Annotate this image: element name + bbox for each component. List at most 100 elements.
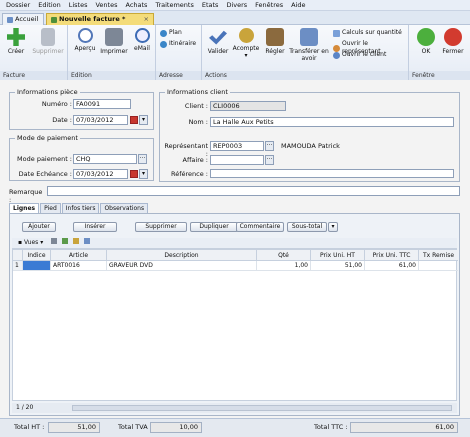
ribbon: Créer Supprimer Facture Aperçu Imprimer … [0,25,470,80]
tab-observations[interactable]: Observations [100,203,149,213]
subtotal-dropdown[interactable]: ▾ [328,222,338,232]
col-description-header[interactable]: Description [107,250,257,261]
piece-info-title: Informations pièce [15,88,80,96]
pager-text: 1 / 20 [16,404,34,411]
remark-label: Remarque : [9,188,43,204]
cell-article[interactable]: ART0016 [51,261,107,271]
tab-accueil[interactable]: Accueil [2,13,44,25]
due-calendar-icon[interactable] [130,170,138,178]
itinerary-button[interactable]: Itinéraire [160,40,196,48]
duplicate-line-button[interactable]: Dupliquer [190,222,238,232]
calendar-icon[interactable] [130,116,138,124]
delete-button[interactable]: Supprimer [31,28,65,55]
representative-name: MAMOUDA Patrick [281,142,340,150]
tab-pied[interactable]: Pied [40,203,61,213]
deposit-button[interactable]: Acompte ▾ [231,28,261,59]
col-remise-header[interactable]: Tx Remise [419,250,458,261]
tab-nouvelle-facture[interactable]: Nouvelle facture * × [46,13,154,25]
cell-remise[interactable] [419,261,458,271]
client-label: Client : [184,102,208,110]
cell-pu-ttc[interactable]: 61,00 [365,261,419,271]
menu-etats[interactable]: Etats [198,0,223,10]
delete-line-button[interactable]: Supprimer [135,222,187,232]
reference-field[interactable] [210,169,454,178]
menu-ventes[interactable]: Ventes [91,0,121,10]
menu-edition[interactable]: Edition [34,0,65,10]
grid-print-icon[interactable] [51,238,58,244]
delete-label: Supprimer [32,48,64,55]
cell-pu-ht[interactable]: 51,00 [311,261,365,271]
home-icon [7,16,13,23]
views-menu[interactable]: ▪ Vues ▾ [18,239,43,246]
trash-icon [41,28,55,46]
grid-filter-icon[interactable] [73,238,79,244]
close-x-icon [444,28,462,46]
grid-export-icon[interactable] [62,238,69,244]
payment-mode-lookup[interactable]: ··· [138,154,147,164]
menu-achats[interactable]: Achats [121,0,151,10]
calc-quantity-button[interactable]: Calculs sur quantité [333,29,402,37]
print-button[interactable]: Imprimer [99,28,129,55]
ok-button[interactable]: OK [415,28,437,55]
document-tabs: Accueil Nouvelle facture * × [0,11,470,25]
cell-description[interactable]: GRAVEUR DVD [107,261,257,271]
open-client-button[interactable]: Ouvrir le client [333,51,386,59]
transfer-button[interactable]: Transférer en avoir [289,28,329,62]
client-name-label: Nom : [188,118,208,126]
due-date-field[interactable]: 07/03/2012 [73,169,128,179]
affaire-field[interactable] [210,155,264,165]
client-info-title: Informations client [165,88,230,96]
validate-button[interactable]: Valider [205,28,231,55]
pay-button[interactable]: Régler [262,28,288,55]
col-pu-ht-header[interactable]: Prix Uni. HT [311,250,365,261]
col-article-header[interactable]: Article [51,250,107,261]
affaire-label: Affaire : [182,156,209,164]
cell-indice[interactable] [23,261,51,271]
affaire-lookup[interactable]: ··· [265,155,274,165]
horizontal-scrollbar[interactable] [72,405,452,411]
plan-label: Plan [169,29,182,36]
insert-line-button[interactable]: Insérer [73,222,117,232]
menu-dossier[interactable]: Dossier [2,0,34,10]
representative-field[interactable]: REP0003 [210,141,264,151]
date-field[interactable]: 07/03/2012 [73,115,128,125]
plus-icon [7,28,25,46]
date-dropdown[interactable]: ▾ [139,115,148,125]
close-button[interactable]: Fermer [440,28,466,55]
client-name-field[interactable]: La Halle Aux Petits [210,117,454,127]
col-indice-header[interactable]: Indice [23,250,51,261]
group-label-actions: Actions [202,71,408,80]
payment-mode-label: Mode paiement : [17,155,72,163]
cell-qty[interactable]: 1,00 [257,261,311,271]
preview-button[interactable]: Aperçu [73,28,97,52]
client-code-field[interactable]: CLI0006 [210,101,286,111]
calculator-icon [333,29,340,37]
col-pu-ttc-header[interactable]: Prix Uni. TTC [365,250,419,261]
subtotal-button[interactable]: Sous-total [287,222,327,232]
create-label: Créer [7,48,25,55]
add-line-button[interactable]: Ajouter [22,222,56,232]
col-qty-header[interactable]: Qté [257,250,311,261]
tab-nouvelle-facture-label: Nouvelle facture * [59,15,126,23]
email-button[interactable]: eMail [131,28,153,52]
piece-info-panel: Informations pièce Numéro : FA0091 Date … [9,88,154,130]
representative-lookup[interactable]: ··· [265,141,274,151]
close-tab-icon[interactable]: × [144,14,149,25]
grid-settings-icon[interactable] [83,238,90,244]
due-date-dropdown[interactable]: ▾ [139,169,148,179]
menu-listes[interactable]: Listes [65,0,92,10]
payment-mode-field[interactable]: CHQ [73,154,137,164]
create-button[interactable]: Créer [4,28,28,55]
remark-field[interactable] [47,186,460,196]
invoice-icon [51,16,57,23]
menu-fenetres[interactable]: Fenêtres [251,0,287,10]
tab-infos-tiers[interactable]: Infos tiers [61,203,100,213]
tab-lignes[interactable]: Lignes [9,203,40,213]
number-field[interactable]: FA0091 [73,99,131,109]
menu-divers[interactable]: Divers [222,0,251,10]
comment-button[interactable]: Commentaire [236,222,284,232]
menu-traitements[interactable]: Traitements [151,0,197,10]
menu-bar: Dossier Edition Listes Ventes Achats Tra… [0,0,470,11]
menu-aide[interactable]: Aide [287,0,309,10]
plan-button[interactable]: Plan [160,29,182,37]
